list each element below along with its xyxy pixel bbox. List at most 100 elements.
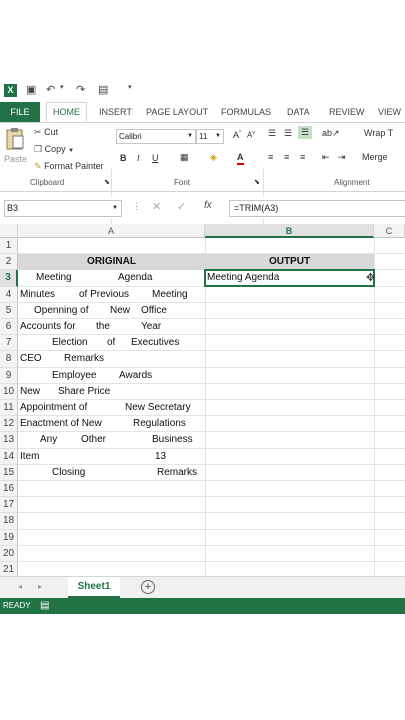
cell-a8[interactable]: CEO Remarks xyxy=(18,351,205,367)
sheet-tab-sheet1[interactable]: Sheet1 xyxy=(68,577,120,598)
row-header-7[interactable]: 7 xyxy=(0,335,18,352)
bold-button[interactable]: B xyxy=(120,153,127,163)
scroll-right-icon[interactable]: ▸ xyxy=(38,582,42,591)
column-header-b[interactable]: B xyxy=(205,224,374,238)
select-all-corner[interactable] xyxy=(0,224,18,238)
name-box[interactable]: B3 ▼ xyxy=(4,200,122,217)
wrap-text-button[interactable]: Wrap T xyxy=(364,128,393,138)
macro-record-icon[interactable]: ▤ xyxy=(40,598,49,614)
align-middle-icon[interactable]: ☰ xyxy=(284,128,292,139)
cell-a5[interactable]: Openning of New Office xyxy=(18,303,205,319)
cell-word: Accounts for xyxy=(20,321,76,332)
selected-cell-border xyxy=(204,269,375,288)
decrease-indent-icon[interactable]: ⇤ xyxy=(322,152,330,163)
borders-icon[interactable]: ▦ xyxy=(180,152,189,163)
align-center-icon[interactable]: ≡ xyxy=(284,152,289,162)
row-header-11[interactable]: 11 xyxy=(0,400,18,417)
row-header-9[interactable]: 9 xyxy=(0,367,18,384)
cell-a15[interactable]: Closing Remarks xyxy=(18,465,205,481)
cell-a6[interactable]: Accounts for the Year xyxy=(18,319,205,335)
redo-icon[interactable]: ↷ xyxy=(76,83,85,96)
tab-page-layout[interactable]: PAGE LAYOUT xyxy=(146,104,208,120)
align-left-icon[interactable]: ≡ xyxy=(268,152,273,162)
tab-home[interactable]: HOME xyxy=(46,102,87,122)
row-header-18[interactable]: 18 xyxy=(0,513,18,530)
tab-insert[interactable]: INSERT xyxy=(99,104,132,120)
formula-input[interactable]: =TRIM(A3) xyxy=(229,200,405,217)
cell-a12[interactable]: Enactment of New Regulations xyxy=(18,416,205,432)
row-header-17[interactable]: 17 xyxy=(0,497,18,514)
name-box-value: B3 xyxy=(7,203,19,213)
cell-word: the xyxy=(96,321,110,332)
cell-word: Employee xyxy=(52,369,97,381)
header-output[interactable]: OUTPUT xyxy=(205,254,374,271)
new-sheet-icon[interactable]: + xyxy=(141,580,155,594)
cell-a4[interactable]: Minutes of Previous Meeting xyxy=(18,287,205,303)
row-header-8[interactable]: 8 xyxy=(0,351,18,368)
tab-data[interactable]: DATA xyxy=(287,104,310,120)
row-header-2[interactable]: 2 xyxy=(0,254,18,271)
row-header-10[interactable]: 10 xyxy=(0,383,18,400)
row-header-4[interactable]: 4 xyxy=(0,286,18,303)
header-original[interactable]: ORIGINAL xyxy=(18,254,205,271)
font-color-icon[interactable]: A xyxy=(237,152,244,165)
undo-icon[interactable]: ↶ xyxy=(46,83,55,96)
enter-icon[interactable]: ✓ xyxy=(177,200,186,213)
tab-view[interactable]: VIEW xyxy=(378,104,401,120)
cell-a7[interactable]: Election of Executives xyxy=(18,335,205,351)
cell-a11[interactable]: Appointment of New Secretary xyxy=(18,400,205,416)
cell-a9[interactable]: Employee Awards xyxy=(18,368,205,384)
copy-button[interactable]: ❐ Copy ▼ xyxy=(34,144,74,155)
row-header-15[interactable]: 15 xyxy=(0,464,18,481)
cell-a13[interactable]: Any Other Business xyxy=(18,432,205,448)
row-header-13[interactable]: 13 xyxy=(0,432,18,449)
increase-indent-icon[interactable]: ⇥ xyxy=(338,152,346,163)
grow-font-icon[interactable]: A^ xyxy=(233,130,241,140)
cut-button[interactable]: ✂ Cut xyxy=(34,127,58,138)
clipboard-launcher-icon[interactable]: ⬊ xyxy=(104,178,110,186)
chevron-down-icon: ▼ xyxy=(215,133,221,139)
font-size-combo[interactable]: 11 ▼ xyxy=(196,129,224,144)
cancel-icon[interactable]: ✕ xyxy=(152,200,161,213)
align-top-icon[interactable]: ☰ xyxy=(268,128,276,139)
row-header-6[interactable]: 6 xyxy=(0,319,18,336)
worksheet-grid: A B C 1 2 3 4 5 6 7 8 9 10 11 12 13 14 15 16 17 18 19 20 21 … xyxy=(0,224,405,579)
save-icon[interactable]: ▣ xyxy=(26,83,36,96)
shrink-font-icon[interactable]: Av xyxy=(247,130,255,140)
row-header-1[interactable]: 1 xyxy=(0,238,18,255)
paste-button[interactable] xyxy=(4,127,26,153)
align-bottom-icon[interactable]: ☰ xyxy=(298,126,313,139)
row-header-14[interactable]: 14 xyxy=(0,448,18,465)
row-header-16[interactable]: 16 xyxy=(0,481,18,498)
fill-color-icon[interactable]: ◈ xyxy=(210,152,217,163)
column-header-a[interactable]: A xyxy=(18,224,205,238)
merge-center-button[interactable]: Merge xyxy=(362,152,388,162)
cell-a3[interactable]: Meeting Agenda xyxy=(18,270,205,286)
tab-review[interactable]: REVIEW xyxy=(329,104,365,120)
cell-word: Office xyxy=(141,304,167,316)
tab-formulas[interactable]: FORMULAS xyxy=(221,104,271,120)
underline-button[interactable]: U xyxy=(152,153,159,163)
row-header-12[interactable]: 12 xyxy=(0,416,18,433)
cell-a10[interactable]: New Share Price xyxy=(18,384,205,400)
font-launcher-icon[interactable]: ⬊ xyxy=(254,178,260,186)
row-header-20[interactable]: 20 xyxy=(0,545,18,562)
scroll-left-icon[interactable]: ◂ xyxy=(18,582,22,591)
customize-qat-icon[interactable]: ▾ xyxy=(128,83,132,91)
row-header-5[interactable]: 5 xyxy=(0,302,18,319)
tab-file[interactable]: FILE xyxy=(0,102,40,122)
cell-cursor-icon: ✥ xyxy=(366,272,376,285)
cell-a14[interactable]: Item 13 xyxy=(18,449,205,465)
orientation-icon[interactable]: ab↗ xyxy=(322,128,340,139)
column-header-c[interactable]: C xyxy=(374,224,405,238)
row-header-19[interactable]: 19 xyxy=(0,529,18,546)
touch-mode-icon[interactable]: ▤ xyxy=(98,83,108,96)
format-painter-button[interactable]: ✎ Format Painter xyxy=(34,161,104,172)
undo-dropdown-icon[interactable]: ▾ xyxy=(60,83,64,91)
insert-function-icon[interactable]: fx xyxy=(204,200,212,211)
cell-word: Enactment of New xyxy=(20,418,102,430)
align-right-icon[interactable]: ≡ xyxy=(300,152,305,162)
row-header-3[interactable]: 3 xyxy=(0,270,18,287)
italic-button[interactable]: I xyxy=(137,153,140,163)
font-name-combo[interactable]: Calibri ▼ xyxy=(116,129,196,144)
